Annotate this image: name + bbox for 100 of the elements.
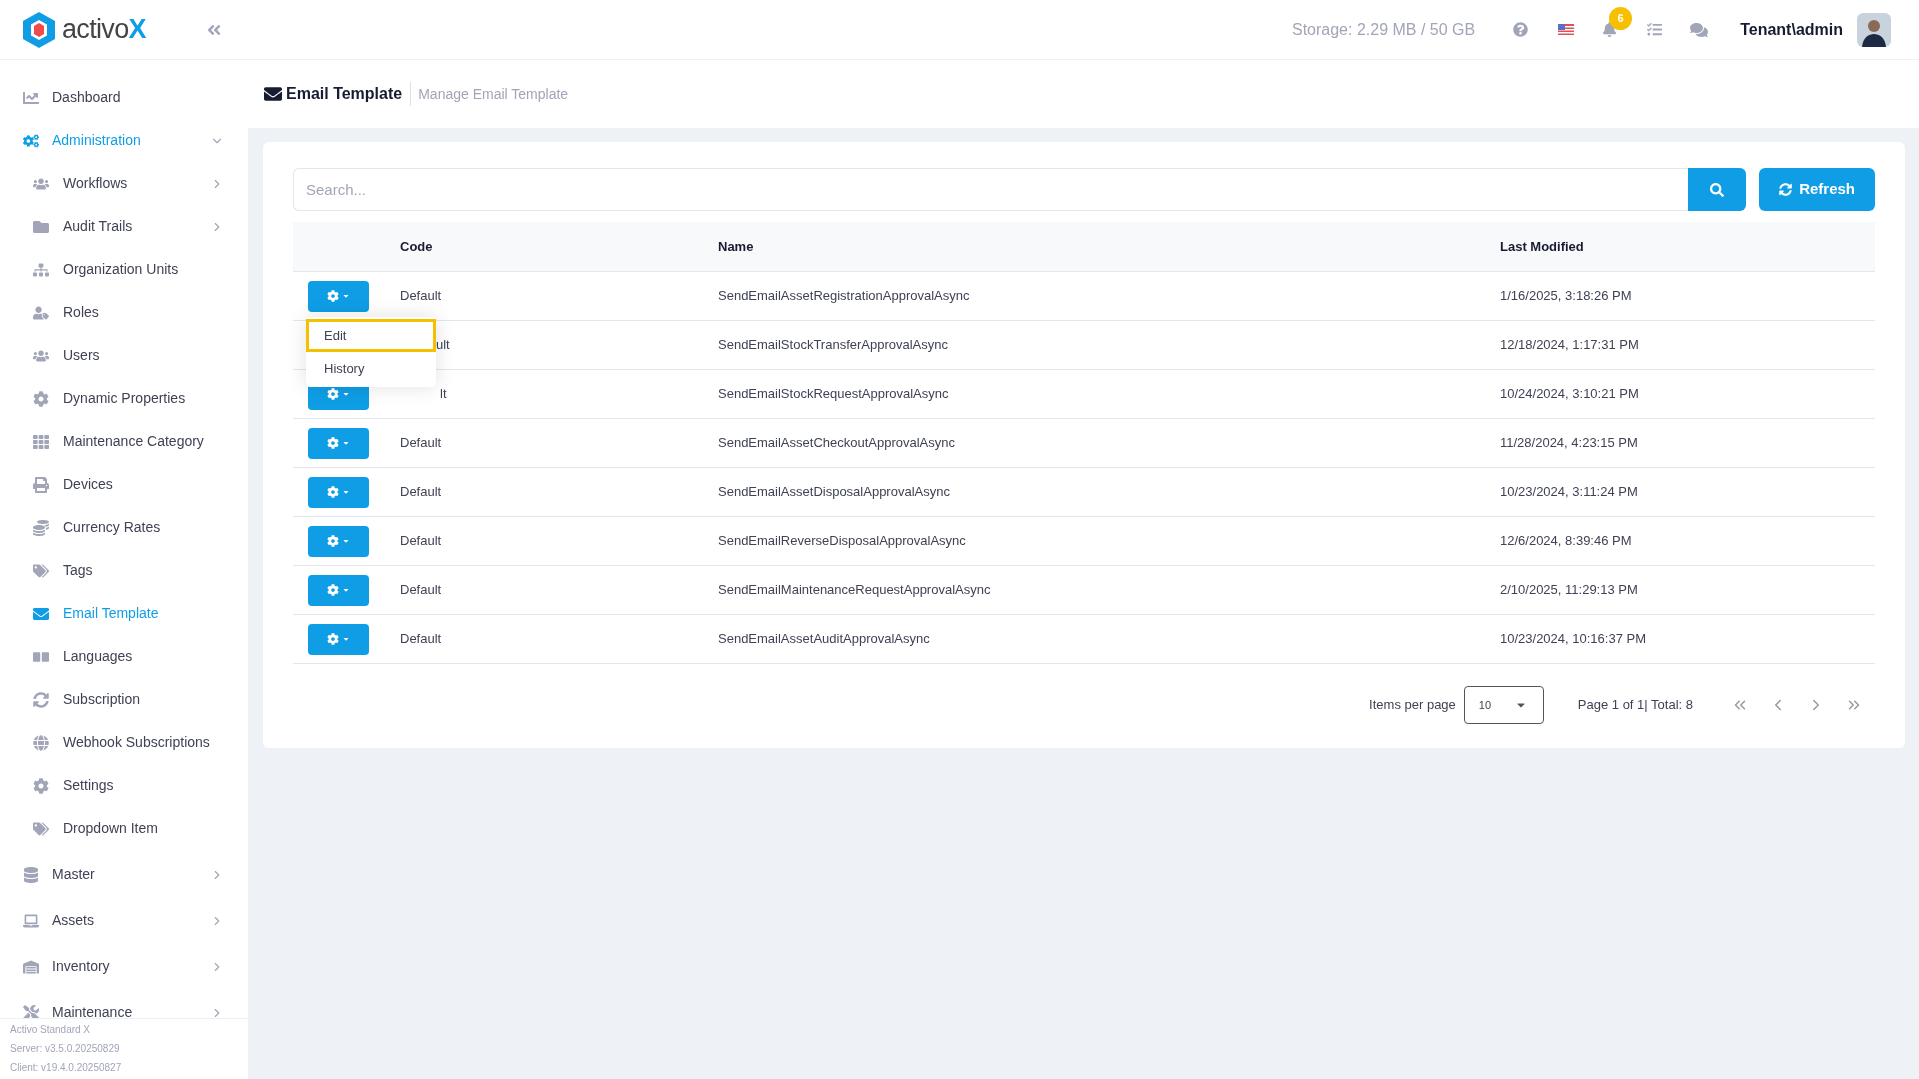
folder-icon <box>33 218 49 235</box>
gear-icon <box>327 437 339 449</box>
table-cell-text: SendEmailAssetDisposalApprovalAsync <box>718 483 950 502</box>
sidebar-item[interactable]: Users <box>0 334 248 377</box>
table-cell-text: SendEmailMaintenanceRequestApprovalAsync <box>718 581 991 600</box>
caret-icon <box>342 537 350 545</box>
items-per-page-select[interactable]: 10 <box>1463 686 1544 724</box>
sidebar-item[interactable]: Maintenance Category <box>0 420 248 463</box>
caret-icon <box>342 488 350 496</box>
table-cell-text: 10/24/2024, 3:10:21 PM <box>1500 385 1639 404</box>
table-cell-text: SendEmailStockRequestApprovalAsync <box>718 385 949 404</box>
sidebar-item[interactable]: Inventory <box>0 945 248 988</box>
actions-button[interactable] <box>308 476 369 508</box>
caret-icon <box>342 292 350 300</box>
table-cell-text: 11/28/2024, 4:23:15 PM <box>1500 434 1638 453</box>
version-text: Activo Standard X <box>10 1023 92 1037</box>
sync-icon <box>1779 183 1793 196</box>
notification-count: 6 <box>1609 7 1633 30</box>
menu-item[interactable]: History <box>306 352 436 385</box>
tags-icon <box>33 820 49 837</box>
sidebar-item[interactable]: Currency Rates <box>0 506 248 549</box>
sidebar-item[interactable]: Settings <box>0 764 248 807</box>
column-header: Name <box>718 237 754 256</box>
actions-button[interactable] <box>308 574 369 606</box>
sidebar-item[interactable]: Maintenance <box>0 991 248 1018</box>
database-icon <box>23 866 39 883</box>
gear-icon <box>33 390 49 407</box>
table-cell-text: 1/16/2025, 3:18:26 PM <box>1500 287 1632 306</box>
tools-icon <box>23 1004 39 1018</box>
envelope-icon <box>33 605 49 622</box>
version-text: Client: v19.4.0.20250827 <box>10 1061 123 1075</box>
user-tag-icon <box>33 304 49 321</box>
user-name[interactable]: Tenant\admin <box>1740 17 1843 42</box>
table-cell-text: SendEmailAssetAuditApprovalAsync <box>718 630 930 649</box>
chart-icon <box>23 89 39 106</box>
tags-icon <box>33 562 49 579</box>
items-per-page-label: Items per page <box>1369 696 1456 715</box>
tasks-icon[interactable] <box>1647 22 1663 37</box>
sidebar-item[interactable]: Dynamic Properties <box>0 377 248 420</box>
table-cell-text: SendEmailAssetRegistrationApprovalAsync <box>718 287 970 306</box>
sidebar-item[interactable]: Dashboard <box>0 76 248 119</box>
caret-icon <box>342 635 350 643</box>
table-cell-text: Default <box>400 483 442 502</box>
sidebar-item[interactable]: Devices <box>0 463 248 506</box>
help-icon[interactable] <box>1513 22 1529 37</box>
search-field[interactable]: Search... <box>293 168 1689 211</box>
table-cell-text: Default <box>400 532 442 551</box>
table-cell-text: 12/18/2024, 1:17:31 PM <box>1500 336 1639 355</box>
table-cell-text: SendEmailStockTransferApprovalAsync <box>718 336 948 355</box>
table-cell-text: Default <box>400 630 442 649</box>
sidebar-item[interactable]: Master <box>0 853 248 896</box>
gears-icon <box>23 132 39 149</box>
sidebar-item[interactable]: Dropdown Item <box>0 807 248 850</box>
table-cell-text: 12/6/2024, 8:39:46 PM <box>1500 532 1632 551</box>
actions-button[interactable] <box>308 280 369 312</box>
sidebar-item[interactable]: Languages <box>0 635 248 678</box>
sidebar-item[interactable]: Assets <box>0 899 248 942</box>
printer-icon <box>33 476 49 493</box>
search-button[interactable] <box>1688 168 1747 211</box>
column-header: Last Modified <box>1500 237 1584 256</box>
chat-icon[interactable] <box>1690 20 1709 39</box>
laptop-icon <box>23 912 39 929</box>
storage-text: Storage: 2.29 MB / 50 GB <box>1291 19 1476 40</box>
search-icon <box>1710 182 1725 197</box>
sidebar-item[interactable]: Tags <box>0 549 248 592</box>
sidebar-item[interactable]: Organization Units <box>0 248 248 291</box>
actions-button[interactable] <box>308 427 369 459</box>
sidebar-item[interactable]: Subscription <box>0 678 248 721</box>
sitemap-icon <box>33 261 49 278</box>
caret-icon <box>342 586 350 594</box>
sidebar-item[interactable]: Audit Trails <box>0 205 248 248</box>
coins-icon <box>33 519 49 536</box>
globe-icon <box>33 734 49 751</box>
gear-icon <box>327 535 339 547</box>
column-header: Code <box>400 237 433 256</box>
table-cell-text: 10/23/2024, 10:16:37 PM <box>1500 630 1646 649</box>
version-text: Server: v3.5.0.20250829 <box>10 1042 121 1056</box>
table-cell-text: ult <box>436 336 450 355</box>
page-subtitle: Manage Email Template <box>417 84 569 104</box>
avatar[interactable] <box>1857 12 1891 47</box>
sync-icon <box>33 691 49 708</box>
settings-icon <box>33 777 49 794</box>
table-cell-text: Default <box>400 581 442 600</box>
gear-icon <box>327 290 339 302</box>
sidebar-item[interactable]: Webhook Subscriptions <box>0 721 248 764</box>
table-cell-text: SendEmailReverseDisposalApprovalAsync <box>718 532 966 551</box>
table-cell-text: 2/10/2025, 11:29:13 PM <box>1500 581 1638 600</box>
brand-name: activoX <box>62 13 146 47</box>
caret-icon <box>342 439 350 447</box>
actions-button[interactable] <box>308 623 369 655</box>
actions-button[interactable] <box>308 525 369 557</box>
sidebar-item[interactable]: Workflows <box>0 162 248 205</box>
sidebar-item[interactable]: Roles <box>0 291 248 334</box>
table-cell-text: 10/23/2024, 3:11:24 PM <box>1500 483 1638 502</box>
flag-icon[interactable] <box>1558 24 1575 35</box>
grid-icon <box>33 433 49 450</box>
caret-icon <box>342 390 350 398</box>
table-cell-text: lt <box>440 385 447 404</box>
menu-item[interactable]: Edit <box>306 319 436 352</box>
gear-icon <box>327 633 339 645</box>
